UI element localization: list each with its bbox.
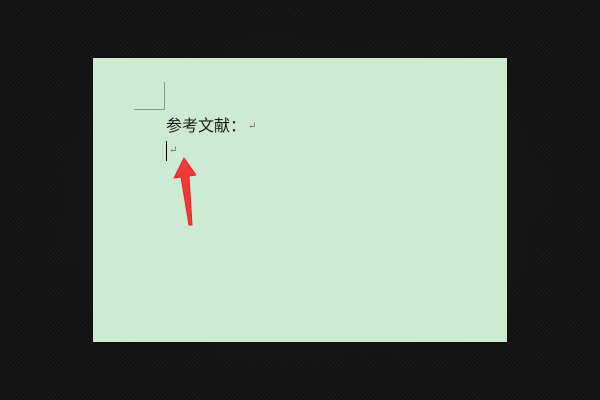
text-cursor	[166, 140, 167, 161]
document-line-empty[interactable]: ↵	[166, 140, 177, 161]
references-heading: 参考文献：	[166, 116, 247, 135]
paragraph-mark-icon: ↵	[248, 120, 257, 132]
document-line-references[interactable]: 参考文献： ↵	[166, 116, 256, 137]
document-page[interactable]: 参考文献： ↵ ↵	[93, 58, 507, 342]
paragraph-mark-icon: ↵	[169, 144, 178, 156]
margin-corner-mark	[134, 82, 165, 110]
